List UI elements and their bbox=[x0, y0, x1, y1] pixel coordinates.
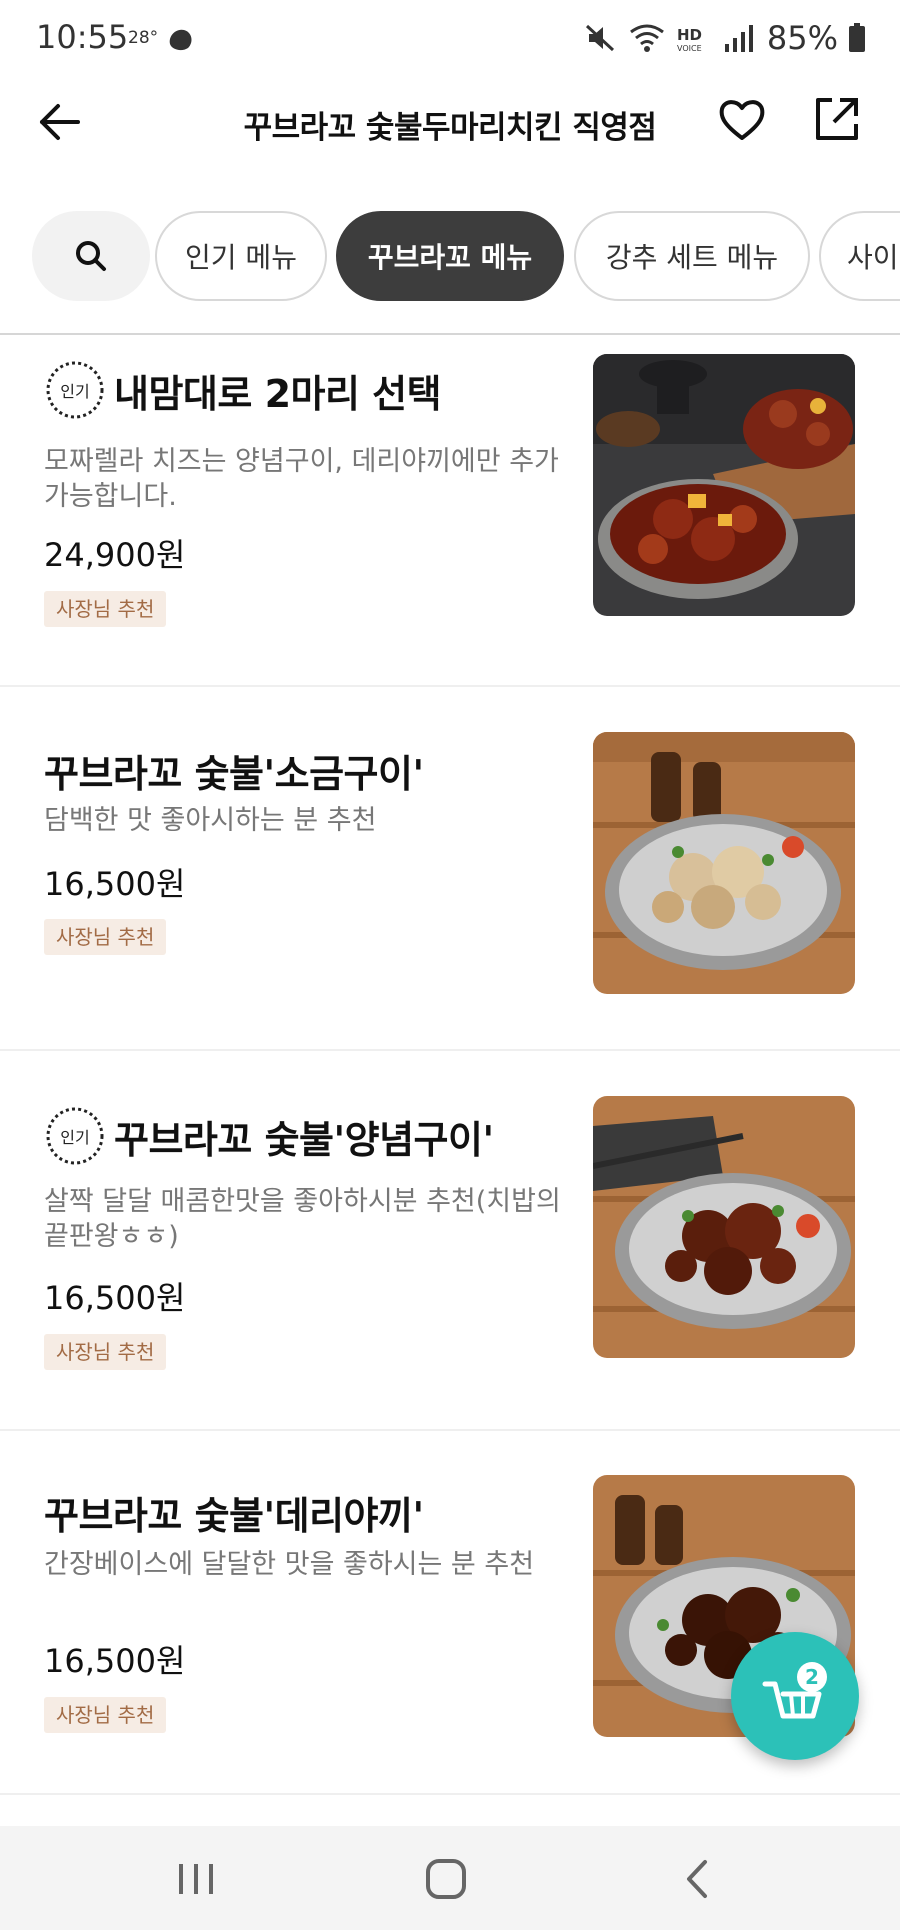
hd-voice-icon: HD VOICE bbox=[677, 26, 702, 53]
battery-percent: 85% bbox=[766, 19, 838, 57]
svg-text:인기: 인기 bbox=[60, 382, 89, 401]
owner-recommend-badge: 사장님 추천 bbox=[44, 919, 167, 955]
menu-item-price: 24,900원 bbox=[44, 536, 186, 574]
menu-item-title: 꾸브라꼬 숯불'양념구이' bbox=[114, 1117, 494, 1162]
menu-item-title: 꾸브라꼬 숯불'소금구이' bbox=[44, 752, 424, 796]
tab-side-menu[interactable]: 사이 bbox=[819, 211, 900, 301]
cart-button[interactable]: 2 bbox=[731, 1632, 859, 1760]
home-icon[interactable] bbox=[421, 1856, 471, 1902]
menu-item-photo[interactable] bbox=[593, 1096, 855, 1358]
system-nav-bar bbox=[0, 1826, 900, 1930]
signal-icon bbox=[724, 25, 753, 52]
wifi-icon bbox=[629, 24, 664, 52]
system-back-icon[interactable] bbox=[673, 1856, 723, 1902]
menu-item-title: 내맘대로 2마리 선택 bbox=[114, 371, 442, 416]
share-icon[interactable] bbox=[812, 94, 862, 144]
heart-icon[interactable] bbox=[716, 94, 768, 146]
status-bar: 10:55 28° HD VOICE 85% bbox=[0, 0, 900, 76]
popular-badge-icon: 인기 bbox=[46, 361, 104, 419]
status-time: 10:55 bbox=[36, 18, 129, 56]
menu-item-title: 꾸브라꼬 숯불'데리야끼' bbox=[44, 1494, 424, 1538]
tab-recommended-set-menu[interactable]: 강추 세트 메뉴 bbox=[574, 211, 810, 301]
menu-item-description: 담백한 맛 좋아시하는 분 추천 bbox=[44, 805, 377, 836]
menu-item-photo[interactable] bbox=[593, 732, 855, 994]
mute-icon bbox=[585, 24, 614, 52]
status-temperature: 28° bbox=[128, 28, 159, 48]
tab-popular-menu[interactable]: 인기 메뉴 bbox=[155, 211, 327, 301]
owner-recommend-badge: 사장님 추천 bbox=[44, 1697, 167, 1733]
cart-count-badge: 2 bbox=[797, 1662, 827, 1692]
owner-recommend-badge: 사장님 추천 bbox=[44, 1334, 167, 1370]
status-icons: HD VOICE 85% bbox=[583, 18, 866, 58]
menu-item-price: 16,500원 bbox=[44, 865, 186, 903]
menu-item-price: 16,500원 bbox=[44, 1642, 186, 1680]
recent-apps-icon[interactable] bbox=[171, 1856, 221, 1902]
weather-icon bbox=[169, 29, 192, 51]
menu-search-button[interactable] bbox=[32, 211, 150, 301]
menu-item[interactable]: 인기 내맘대로 2마리 선택 모짜렐라 치즈는 양념구이, 데리야끼에만 추가 … bbox=[0, 335, 900, 685]
menu-item-price: 16,500원 bbox=[44, 1279, 186, 1317]
search-icon bbox=[76, 241, 106, 271]
svg-text:인기: 인기 bbox=[60, 1128, 89, 1147]
menu-item-description: 간장베이스에 달달한 맛을 좋하시는 분 추천 bbox=[44, 1549, 535, 1580]
app-header: 꾸브라꼬 숯불두마리치킨 직영점 bbox=[0, 76, 900, 166]
list-divider bbox=[0, 1793, 900, 1795]
menu-item-photo[interactable] bbox=[593, 354, 855, 616]
menu-item-description: 살짝 달달 매콤한맛을 좋아하시분 추천(치밥의 끝판왕ㅎㅎ) bbox=[44, 1186, 561, 1252]
popular-badge-icon: 인기 bbox=[46, 1107, 104, 1165]
category-tabs: 인기 메뉴 꾸브라꼬 메뉴 강추 세트 메뉴 사이 bbox=[0, 208, 900, 304]
tab-kkubrakko-menu[interactable]: 꾸브라꼬 메뉴 bbox=[336, 211, 564, 301]
battery-icon bbox=[849, 23, 865, 52]
svg-text:VOICE: VOICE bbox=[677, 44, 702, 53]
owner-recommend-badge: 사장님 추천 bbox=[44, 591, 167, 627]
menu-item-description: 모짜렐라 치즈는 양념구이, 데리야끼에만 추가 가능합니다. bbox=[44, 446, 559, 512]
menu-item[interactable]: 인기 꾸브라꼬 숯불'양념구이' 살짝 달달 매콤한맛을 좋아하시분 추천(치밥… bbox=[0, 1051, 900, 1429]
menu-item[interactable]: 꾸브라꼬 숯불'소금구이' 담백한 맛 좋아시하는 분 추천 16,500원 사… bbox=[0, 687, 900, 1049]
svg-text:HD: HD bbox=[677, 26, 702, 44]
